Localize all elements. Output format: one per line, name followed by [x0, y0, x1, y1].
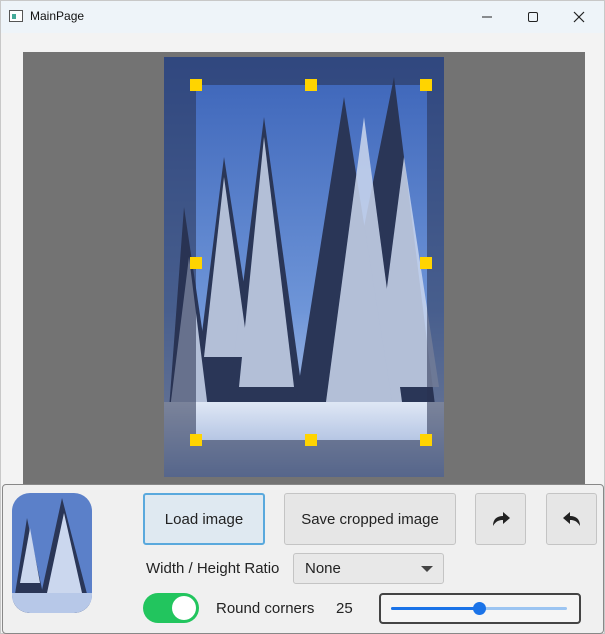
- cropped-preview: [12, 493, 92, 613]
- crop-handle-bottom-left[interactable]: [190, 434, 202, 446]
- title-bar[interactable]: MainPage: [1, 1, 604, 33]
- close-icon: [573, 11, 585, 23]
- image-cropper-canvas[interactable]: [23, 52, 585, 485]
- load-image-button[interactable]: Load image: [143, 493, 265, 545]
- close-button[interactable]: [556, 1, 602, 33]
- save-cropped-image-label: Save cropped image: [301, 510, 439, 528]
- ratio-dropdown[interactable]: None: [293, 553, 444, 584]
- app-icon: [9, 10, 23, 22]
- save-cropped-image-button[interactable]: Save cropped image: [284, 493, 456, 545]
- slider-fill: [391, 607, 479, 610]
- corner-radius-value: 25: [336, 600, 353, 617]
- toggle-knob: [172, 596, 196, 620]
- source-image: [164, 57, 444, 477]
- crop-handle-bottom-center[interactable]: [305, 434, 317, 446]
- minimize-button[interactable]: [464, 1, 510, 33]
- rotate-right-button[interactable]: [475, 493, 526, 545]
- load-image-label: Load image: [164, 510, 244, 528]
- maximize-button[interactable]: [510, 1, 556, 33]
- slider-track: [391, 602, 567, 615]
- crop-handle-top-left[interactable]: [190, 79, 202, 91]
- window-title: MainPage: [30, 9, 85, 23]
- crop-shade-bottom: [164, 440, 444, 477]
- redo-arrow-icon: [492, 512, 510, 526]
- crop-shade-top: [164, 57, 444, 85]
- crop-handle-middle-left[interactable]: [190, 257, 202, 269]
- crop-handle-bottom-right[interactable]: [420, 434, 432, 446]
- undo-arrow-icon: [562, 512, 580, 526]
- controls-panel: Load image Save cropped image Width / He…: [2, 484, 604, 634]
- minimize-icon: [482, 16, 492, 18]
- corner-radius-slider[interactable]: [379, 593, 581, 624]
- slider-thumb[interactable]: [473, 602, 486, 615]
- round-corners-label: Round corners: [216, 600, 315, 617]
- ratio-label: Width / Height Ratio: [146, 560, 280, 577]
- chevron-down-icon: [421, 566, 433, 572]
- maximize-icon: [528, 12, 538, 22]
- ratio-selected-value: None: [305, 560, 341, 577]
- crop-handle-top-right[interactable]: [420, 79, 432, 91]
- crop-handle-top-center[interactable]: [305, 79, 317, 91]
- app-window: MainPage Load image Save cropped image W…: [0, 0, 605, 634]
- rotate-left-button[interactable]: [546, 493, 597, 545]
- crop-handle-middle-right[interactable]: [420, 257, 432, 269]
- round-corners-toggle[interactable]: [143, 593, 199, 623]
